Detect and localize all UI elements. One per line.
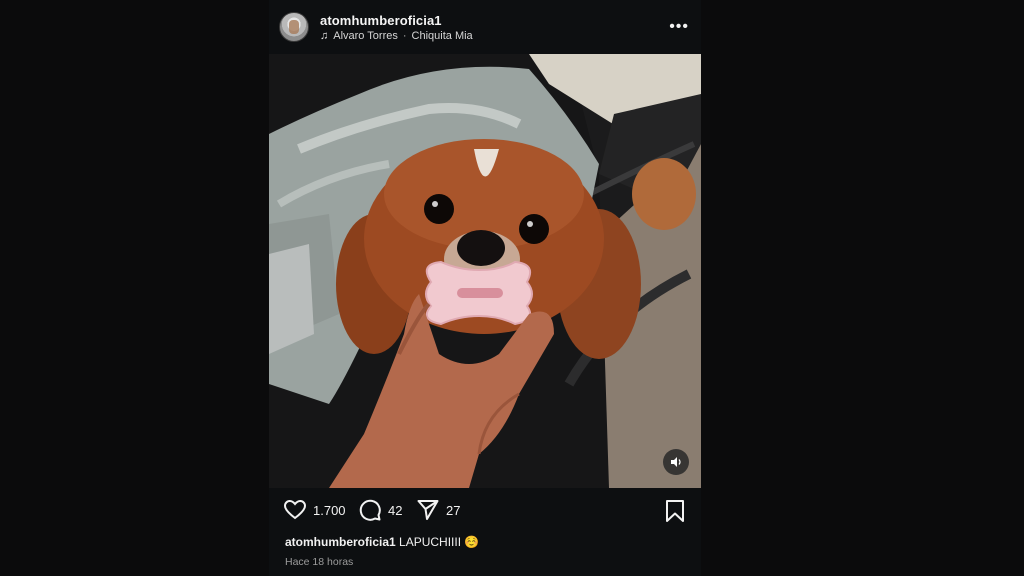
more-options-icon[interactable]: ••• xyxy=(669,18,689,36)
bookmark-button[interactable] xyxy=(663,498,687,529)
music-info[interactable]: ♫ Alvaro Torres · Chiquita Mia xyxy=(320,30,473,42)
post-username[interactable]: atomhumberoficia1 xyxy=(320,13,442,28)
comment-button[interactable]: 42 xyxy=(358,498,402,522)
music-song: Chiquita Mia xyxy=(411,30,473,42)
comment-icon xyxy=(359,499,381,521)
music-artist: Alvaro Torres xyxy=(333,30,398,42)
like-button[interactable]: 1.700 xyxy=(283,498,346,522)
post-header: atomhumberoficia1 ♫ Alvaro Torres · Chiq… xyxy=(269,0,701,54)
share-button[interactable]: 27 xyxy=(416,498,460,522)
volume-icon[interactable] xyxy=(663,449,689,475)
caption-username[interactable]: atomhumberoficia1 xyxy=(285,535,396,549)
dog-photo-illustration xyxy=(269,54,701,488)
comment-count: 42 xyxy=(388,502,403,518)
music-separator: · xyxy=(402,30,407,42)
speaker-icon xyxy=(671,457,681,467)
share-count: 27 xyxy=(446,502,461,518)
bookmark-icon xyxy=(666,500,684,522)
like-count: 1.700 xyxy=(313,502,346,518)
music-note-icon: ♫ xyxy=(320,30,329,42)
caption-text: LAPUCHIIII ☺️ xyxy=(399,535,480,549)
post-actions: 1.700 42 27 xyxy=(269,498,701,526)
post-caption: atomhumberoficia1 LAPUCHIIII ☺️ xyxy=(285,535,479,549)
avatar[interactable] xyxy=(279,12,309,42)
heart-icon xyxy=(283,499,307,520)
post-card: atomhumberoficia1 ♫ Alvaro Torres · Chiq… xyxy=(269,0,701,576)
post-timestamp: Hace 18 horas xyxy=(285,556,354,568)
post-photo[interactable] xyxy=(269,54,701,488)
send-icon xyxy=(417,500,439,520)
